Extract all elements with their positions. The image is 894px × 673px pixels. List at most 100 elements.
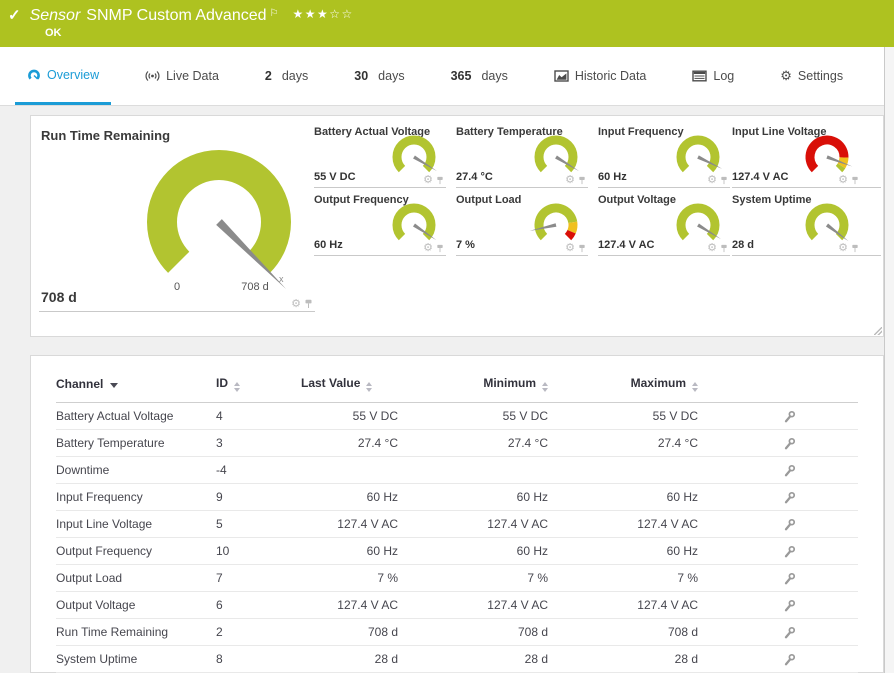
tab-2-days[interactable]: 2 days bbox=[253, 47, 320, 105]
tab-30-days-label: days bbox=[378, 69, 405, 83]
window-edge bbox=[884, 47, 894, 673]
priority-stars[interactable]: ★★★☆☆ bbox=[292, 7, 353, 21]
channel-settings-wrench-icon[interactable] bbox=[783, 518, 796, 531]
historic-data-icon bbox=[554, 70, 569, 82]
channel-name[interactable]: Downtime bbox=[56, 456, 216, 484]
gauge-output-voltage[interactable]: Output Voltage 127.4 V AC ⚙ bbox=[598, 192, 730, 256]
gauge-battery-actual-voltage[interactable]: Battery Actual Voltage 55 V DC ⚙ bbox=[314, 124, 446, 188]
channel-settings-wrench-icon[interactable] bbox=[783, 653, 796, 666]
channel-name[interactable]: Output Frequency bbox=[56, 537, 216, 565]
channel-maximum: 55 V DC bbox=[548, 402, 698, 430]
gauge-value: 28 d bbox=[732, 239, 755, 251]
channel-name[interactable]: Battery Temperature bbox=[56, 429, 216, 457]
channel-last-value: 127.4 V AC bbox=[301, 591, 398, 619]
channel-name[interactable]: Output Voltage bbox=[56, 591, 216, 619]
tab-365-days-label: days bbox=[481, 69, 508, 83]
channel-last-value: 7 % bbox=[301, 564, 398, 592]
channel-settings-wrench-icon[interactable] bbox=[783, 464, 796, 477]
gauge-gear-icon[interactable]: ⚙ bbox=[291, 299, 301, 310]
channel-last-value: 28 d bbox=[301, 645, 398, 673]
favorite-flag-icon[interactable]: ⚐ bbox=[270, 8, 279, 19]
tab-settings[interactable]: ⚙ Settings bbox=[768, 47, 855, 105]
channel-settings-wrench-icon[interactable] bbox=[783, 491, 796, 504]
column-header-last-value[interactable]: Last Value bbox=[301, 368, 398, 403]
channel-id: 10 bbox=[216, 537, 301, 565]
tab-historic-data[interactable]: Historic Data bbox=[542, 47, 659, 105]
channel-id: 4 bbox=[216, 402, 301, 430]
pin-icon[interactable] bbox=[720, 244, 728, 254]
channel-settings-wrench-icon[interactable] bbox=[783, 599, 796, 612]
pin-icon[interactable] bbox=[578, 244, 586, 254]
gauge-input-line-voltage[interactable]: Input Line Voltage 127.4 V AC ⚙ bbox=[732, 124, 881, 188]
gauge-gear-icon[interactable]: ⚙ bbox=[565, 175, 575, 186]
pin-icon[interactable] bbox=[436, 176, 444, 186]
gauge-value: 7 % bbox=[456, 239, 475, 251]
tab-live-data-label: Live Data bbox=[166, 69, 219, 83]
gauge-gear-icon[interactable]: ⚙ bbox=[838, 175, 848, 186]
pin-icon[interactable] bbox=[851, 244, 859, 254]
channel-maximum: 27.4 °C bbox=[548, 429, 698, 457]
channel-id: 7 bbox=[216, 564, 301, 592]
channel-last-value: 127.4 V AC bbox=[301, 510, 398, 538]
gauge-output-load[interactable]: Output Load 7 % ⚙ bbox=[456, 192, 588, 256]
gauge-gear-icon[interactable]: ⚙ bbox=[423, 243, 433, 254]
resize-grip[interactable] bbox=[874, 327, 882, 335]
channel-settings-wrench-icon[interactable] bbox=[783, 437, 796, 450]
gauge-gear-icon[interactable]: ⚙ bbox=[565, 243, 575, 254]
channel-name[interactable]: Battery Actual Voltage bbox=[56, 402, 216, 430]
channel-name[interactable]: Input Line Voltage bbox=[56, 510, 216, 538]
tab-30-days[interactable]: 30 days bbox=[342, 47, 416, 105]
channel-settings-wrench-icon[interactable] bbox=[783, 572, 796, 585]
gauge-system-uptime[interactable]: System Uptime 28 d ⚙ bbox=[732, 192, 881, 256]
sensor-header: ✓ Sensor SNMP Custom Advanced ⚐ ★★★☆☆ OK bbox=[0, 0, 894, 47]
gauge-gear-icon[interactable]: ⚙ bbox=[707, 243, 717, 254]
pin-icon[interactable] bbox=[578, 176, 586, 186]
channel-name[interactable]: Input Frequency bbox=[56, 483, 216, 511]
sort-icon bbox=[542, 382, 548, 392]
channel-name[interactable]: System Uptime bbox=[56, 645, 216, 673]
tab-365-days-number: 365 bbox=[450, 69, 472, 83]
gauge-battery-temperature[interactable]: Battery Temperature 27.4 °C ⚙ bbox=[456, 124, 588, 188]
channel-settings-wrench-icon[interactable] bbox=[783, 545, 796, 558]
run-time-remaining-gauge: 0 708 d x bbox=[147, 150, 291, 293]
channel-last-value: 55 V DC bbox=[301, 402, 398, 430]
pin-icon[interactable] bbox=[720, 176, 728, 186]
tab-settings-label: Settings bbox=[797, 69, 844, 83]
gauge-gear-icon[interactable]: ⚙ bbox=[707, 175, 717, 186]
channel-maximum: 7 % bbox=[548, 564, 698, 592]
stars-empty[interactable]: ☆☆ bbox=[329, 7, 354, 21]
stars-filled[interactable]: ★★★ bbox=[292, 7, 329, 21]
channel-settings-wrench-icon[interactable] bbox=[783, 626, 796, 639]
channel-maximum: 60 Hz bbox=[548, 537, 698, 565]
sort-icon bbox=[234, 382, 240, 392]
tab-live-data[interactable]: Live Data bbox=[133, 47, 231, 105]
gauge-value: 127.4 V AC bbox=[598, 239, 655, 251]
tab-365-days[interactable]: 365 days bbox=[439, 47, 520, 105]
column-header-channel[interactable]: Channel bbox=[56, 368, 216, 403]
pin-icon[interactable] bbox=[436, 244, 444, 254]
table-row: System Uptime 8 28 d 28 d 28 d bbox=[56, 645, 858, 673]
gauge-run-time-remaining[interactable]: Run Time Remaining 0 708 d x 708 d ⚙ bbox=[39, 124, 315, 312]
gauge-gear-icon[interactable]: ⚙ bbox=[423, 175, 433, 186]
channel-name[interactable]: Run Time Remaining bbox=[56, 618, 216, 646]
sensor-page: ✓ Sensor SNMP Custom Advanced ⚐ ★★★☆☆ OK… bbox=[0, 0, 894, 673]
column-header-maximum[interactable]: Maximum bbox=[548, 368, 698, 403]
channel-last-value: 708 d bbox=[301, 618, 398, 646]
channel-settings-wrench-icon[interactable] bbox=[783, 410, 796, 423]
gauge-gear-icon[interactable]: ⚙ bbox=[838, 243, 848, 254]
table-row: Downtime -4 bbox=[56, 456, 858, 484]
column-header-id[interactable]: ID bbox=[216, 368, 301, 403]
channel-id: 5 bbox=[216, 510, 301, 538]
tab-overview[interactable]: Overview bbox=[15, 47, 112, 105]
tab-log[interactable]: Log bbox=[680, 47, 746, 105]
gauge-value: 60 Hz bbox=[314, 239, 343, 251]
channel-name[interactable]: Output Load bbox=[56, 564, 216, 592]
gauge-input-frequency[interactable]: Input Frequency 60 Hz ⚙ bbox=[598, 124, 730, 188]
pin-icon[interactable] bbox=[851, 176, 859, 186]
gauge-output-frequency[interactable]: Output Frequency 60 Hz ⚙ bbox=[314, 192, 446, 256]
pin-icon[interactable] bbox=[304, 299, 313, 310]
settings-gear-icon: ⚙ bbox=[780, 68, 792, 83]
channel-id: 6 bbox=[216, 591, 301, 619]
column-header-minimum[interactable]: Minimum bbox=[398, 368, 548, 403]
tab-2-days-label: days bbox=[281, 69, 309, 83]
